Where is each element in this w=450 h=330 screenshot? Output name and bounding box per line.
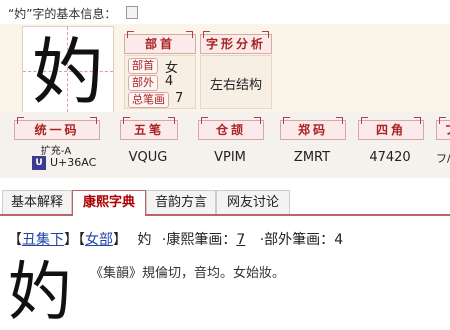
kangxi-stroke-value: 7 <box>236 232 246 248</box>
radical-header: 部首 <box>124 31 196 54</box>
extra-value: フ/ <box>436 152 450 165</box>
bracket-open: 【 <box>8 232 22 248</box>
unicode-header: 统一码 <box>14 117 100 140</box>
tab-kangxi[interactable]: 康熙字典 <box>72 190 146 216</box>
kangxi-large-character: 妁 <box>8 256 72 330</box>
zhengma-header: 郑码 <box>280 117 346 140</box>
unicode-value: U+36AC <box>50 156 97 169</box>
kangxi-outside-value: 4 <box>334 232 344 248</box>
bracket-open-2: 【 <box>78 232 85 248</box>
tab-bar: 基本解释 康熙字典 音韵方言 网友讨论 <box>0 190 450 216</box>
bracket-close: 】 <box>64 232 78 248</box>
kangxi-char: 妁 <box>137 232 152 248</box>
outside-strokes-label: 部外 <box>128 75 158 91</box>
unicode-logo: U <box>32 156 46 170</box>
kangxi-stroke-label: ·康熙筆画： <box>161 232 237 248</box>
total-strokes-label: 总笔画 <box>128 92 169 108</box>
character-grid-box: 妁 <box>22 26 114 118</box>
info-title-text: “妁”字的基本信息： <box>8 7 117 21</box>
zhengma-value: ZMRT <box>293 150 331 165</box>
sijiao-header: 四角 <box>358 117 424 140</box>
wubi-header: 五笔 <box>120 117 178 140</box>
structure-header: 字形分析 <box>200 31 272 54</box>
extra-header: フ <box>436 117 450 140</box>
wubi-value: VQUG <box>128 150 168 165</box>
ji-link[interactable]: 丑集下 <box>22 232 64 248</box>
structure-value: 左右结构 <box>209 78 262 93</box>
sijiao-value: 47420 <box>369 150 411 165</box>
cangjie-header: 仓颉 <box>198 117 264 140</box>
document-icon[interactable] <box>126 6 139 19</box>
tab-discussion[interactable]: 网友讨论 <box>216 190 290 214</box>
bracket-close-2: 】 <box>113 232 127 248</box>
unicode-block: 扩充-A <box>40 146 72 157</box>
structure-panel: 左右结构 <box>200 55 272 109</box>
info-title: “妁”字的基本信息： <box>8 5 139 22</box>
kangxi-info-line: 【丑集下】【女部】 妁 ·康熙筆画：7 ·部外筆画：4 <box>8 229 343 249</box>
main-character: 妁 <box>31 30 104 114</box>
radical-link[interactable]: 女部 <box>85 232 113 248</box>
cangjie-value: VPIM <box>214 150 246 165</box>
tab-basic[interactable]: 基本解释 <box>2 190 72 214</box>
tab-phonology[interactable]: 音韵方言 <box>146 190 216 214</box>
total-strokes-value: 7 <box>175 91 184 106</box>
kangxi-quote: 《集韻》規倫切，音均。女始妝。 <box>90 266 286 281</box>
radical-panel: 部首 女 部外 4 总笔画 7 <box>124 55 196 109</box>
radical-label: 部首 <box>128 58 158 74</box>
kangxi-outside-label: ·部外筆画： <box>259 232 335 248</box>
outside-strokes-value: 4 <box>165 74 174 89</box>
